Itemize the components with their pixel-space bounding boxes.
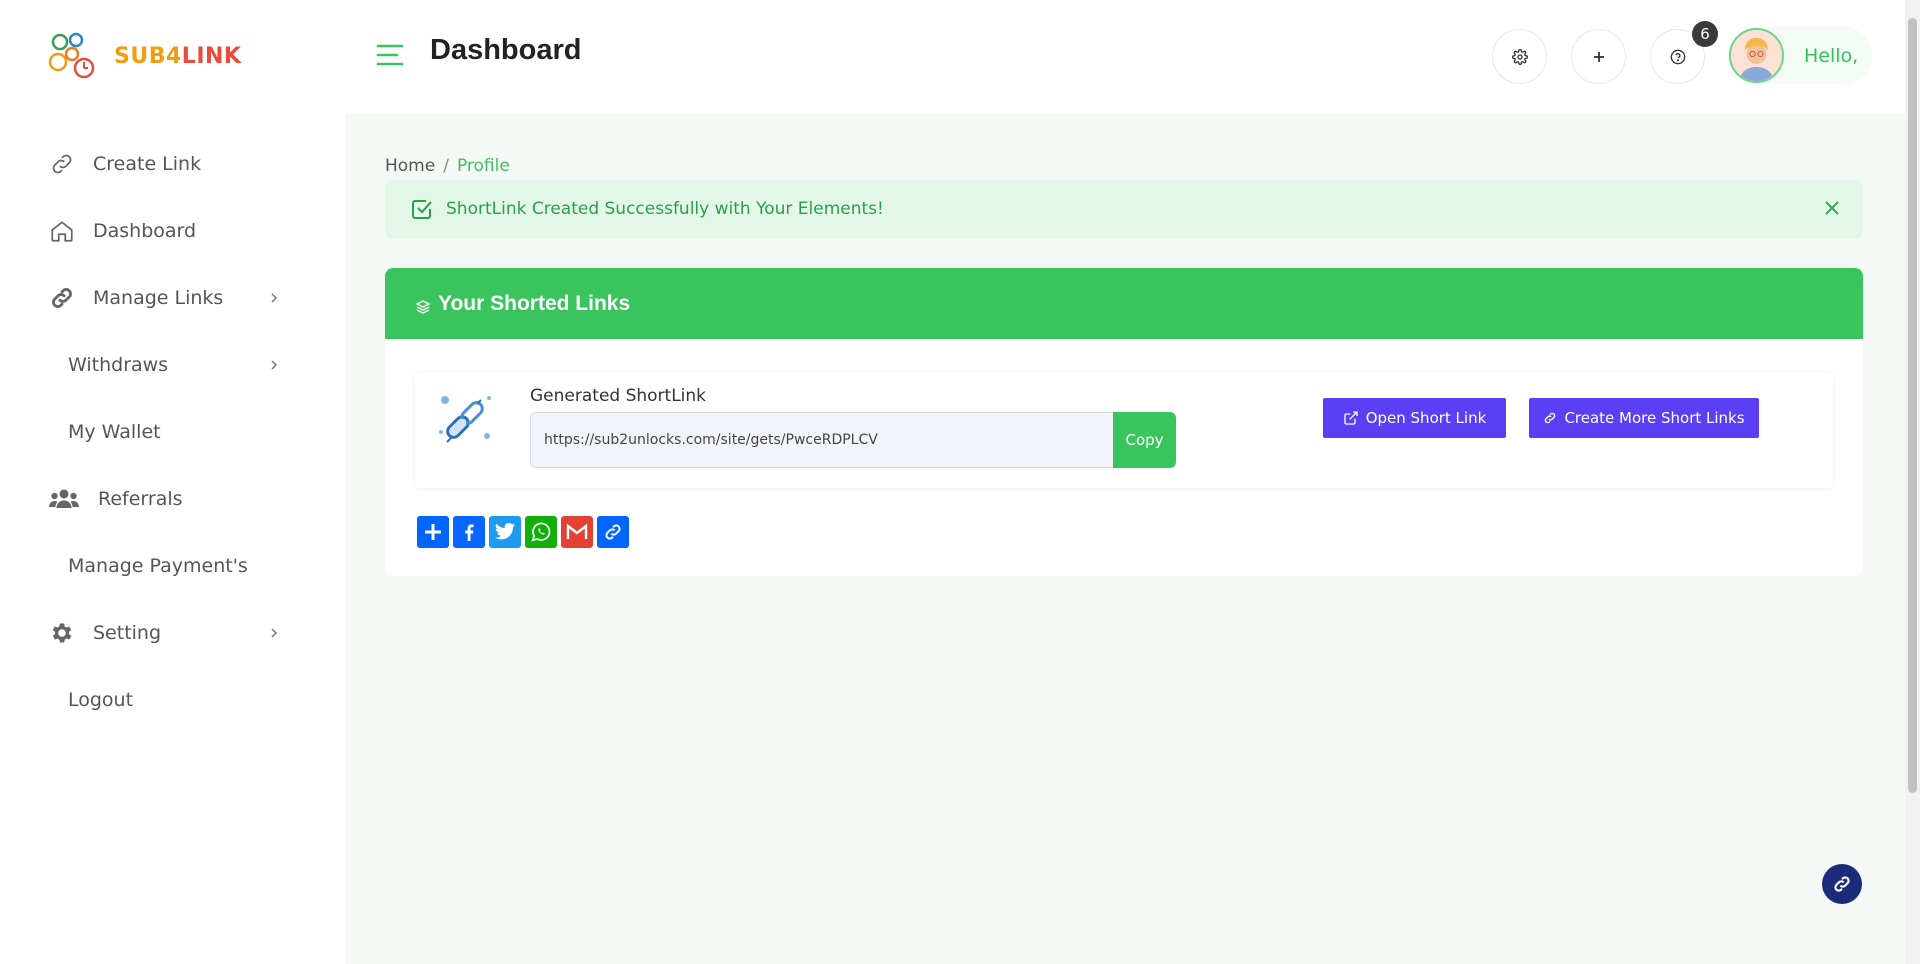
logo-icon — [48, 32, 95, 79]
shortlink-panel: Generated ShortLink Copy Open Short Link… — [415, 372, 1833, 488]
plus-icon — [1593, 51, 1604, 62]
gear-icon — [1511, 48, 1528, 65]
floating-link-button[interactable] — [1822, 864, 1862, 904]
user-menu[interactable]: Hello, — [1728, 27, 1872, 84]
sidebar-item-label: Dashboard — [93, 219, 197, 242]
sidebar: SUB4LINK Create Link Dashboard Manage Li… — [0, 0, 345, 964]
copy-link-icon[interactable] — [597, 516, 629, 548]
hamburger-menu-icon[interactable] — [375, 40, 405, 70]
logo-text-part2: LINK — [181, 43, 242, 69]
logo-text-part1: SUB4 — [114, 43, 182, 69]
add-button[interactable] — [1571, 29, 1626, 84]
alert-message: ShortLink Created Successfully with Your… — [446, 199, 884, 219]
page-scrollbar[interactable] — [1905, 0, 1920, 964]
open-short-link-button[interactable]: Open Short Link — [1323, 398, 1506, 438]
link-icon — [1834, 876, 1850, 892]
twitter-icon[interactable] — [489, 516, 521, 548]
checkbox-check-icon — [412, 200, 432, 219]
external-link-icon — [1344, 411, 1358, 425]
sidebar-item-label: Setting — [93, 621, 162, 644]
scrollbar-thumb[interactable] — [1908, 18, 1917, 793]
sidebar-item-manage-payments[interactable]: Manage Payment's — [0, 532, 345, 599]
gmail-icon[interactable] — [561, 516, 593, 548]
sidebar-item-label: Withdraws — [68, 353, 169, 376]
home-icon — [48, 217, 76, 245]
sidebar-item-referrals[interactable]: Referrals — [0, 465, 345, 532]
sidebar-item-setting[interactable]: Setting — [0, 599, 345, 666]
breadcrumb-home[interactable]: Home — [385, 156, 435, 176]
card-title: Your Shorted Links — [438, 291, 631, 315]
shorted-links-card: Your Shorted Links Generated ShortLink C — [385, 268, 1863, 576]
page-title: Dashboard — [430, 34, 582, 66]
open-short-link-label: Open Short Link — [1365, 409, 1487, 427]
layers-icon — [415, 299, 431, 314]
top-header: Dashboard 6 Hello, — [345, 0, 1905, 114]
chain-link-icon — [48, 284, 76, 312]
sidebar-item-label: Create Link — [93, 152, 202, 175]
sidebar-nav: Create Link Dashboard Manage Links Withd… — [0, 130, 345, 733]
notification-badge: 6 — [1692, 21, 1718, 47]
help-button[interactable]: 6 — [1650, 21, 1718, 84]
sidebar-item-withdraws[interactable]: Withdraws — [0, 331, 345, 398]
shortlink-input-group: Copy — [530, 412, 1176, 468]
sidebar-item-label: Referrals — [98, 487, 183, 510]
whatsapp-icon[interactable] — [525, 516, 557, 548]
brand-logo[interactable]: SUB4LINK — [48, 32, 241, 80]
copy-button[interactable]: Copy — [1113, 412, 1176, 468]
logo-text: SUB4LINK — [114, 44, 241, 69]
generated-shortlink-label: Generated ShortLink — [530, 386, 707, 406]
link-icon — [1545, 412, 1556, 424]
link-icon — [48, 150, 76, 178]
sidebar-item-manage-links[interactable]: Manage Links — [0, 264, 345, 331]
sidebar-item-label: Manage Links — [93, 286, 224, 309]
share-buttons — [417, 516, 633, 548]
user-greeting: Hello, — [1804, 44, 1859, 67]
main-content: Home / Profile ShortLink Created Successfu… — [345, 114, 1905, 964]
add-share-icon[interactable] — [417, 516, 449, 548]
avatar — [1729, 28, 1784, 83]
shortlink-url-input[interactable] — [530, 412, 1113, 468]
sidebar-item-my-wallet[interactable]: My Wallet — [0, 398, 345, 465]
sidebar-item-label: My Wallet — [68, 420, 161, 443]
chevron-right-icon — [271, 359, 278, 370]
card-header: Your Shorted Links — [385, 268, 1863, 339]
breadcrumb-separator: / — [443, 156, 449, 176]
sidebar-item-label: Logout — [68, 688, 134, 711]
breadcrumb-current: Profile — [456, 156, 510, 176]
sidebar-item-create-link[interactable]: Create Link — [0, 130, 345, 197]
chain-link-illustration-icon — [439, 396, 491, 443]
chevron-right-icon — [271, 627, 278, 638]
users-icon — [48, 485, 80, 513]
sidebar-item-logout[interactable]: Logout — [0, 666, 345, 733]
sidebar-item-label: Manage Payment's — [68, 554, 248, 577]
question-icon — [1670, 49, 1685, 64]
gear-icon — [48, 619, 76, 647]
breadcrumb: Home / Profile — [385, 156, 510, 176]
sidebar-item-dashboard[interactable]: Dashboard — [0, 197, 345, 264]
create-more-links-label: Create More Short Links — [1564, 409, 1745, 427]
success-alert: ShortLink Created Successfully with Your… — [385, 180, 1863, 238]
settings-button[interactable] — [1492, 29, 1547, 84]
facebook-icon[interactable] — [453, 516, 485, 548]
create-more-links-button[interactable]: Create More Short Links — [1529, 398, 1759, 438]
close-icon[interactable] — [1823, 199, 1841, 217]
chevron-right-icon — [271, 292, 278, 303]
